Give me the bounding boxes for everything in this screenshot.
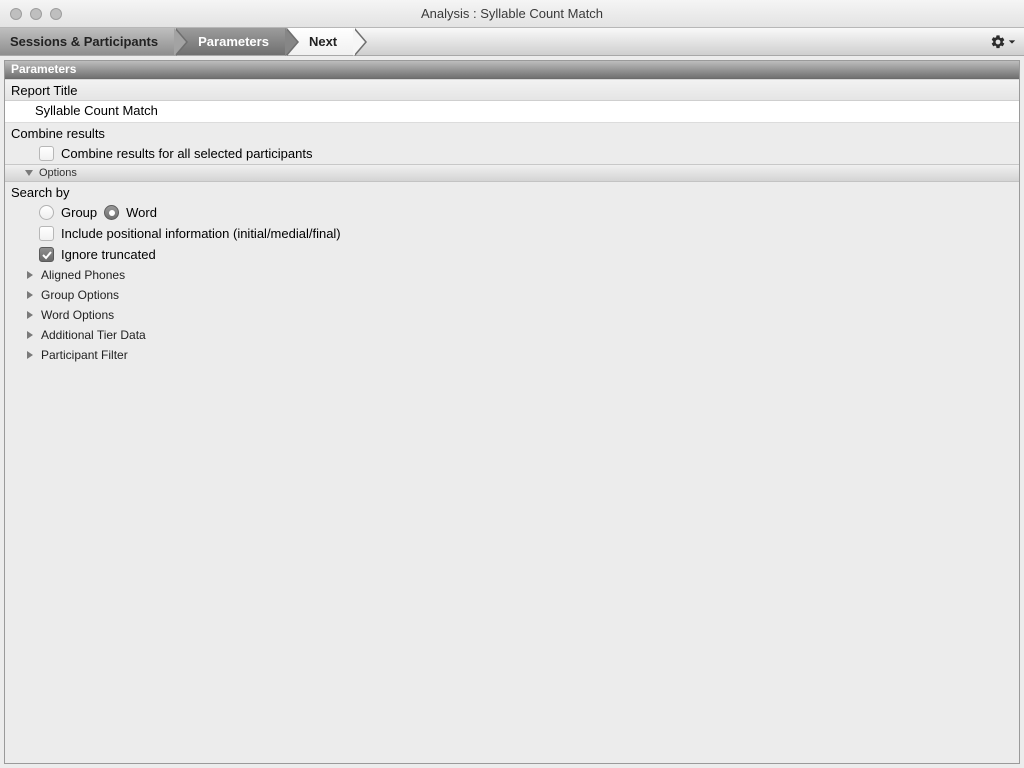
chevron-down-icon (25, 170, 33, 176)
step-parameters-label: Parameters (198, 34, 269, 49)
search-by-group-radio[interactable] (39, 205, 54, 220)
tree-item-label: Additional Tier Data (41, 328, 146, 342)
combine-results-label: Combine results (5, 123, 1019, 143)
include-positional-label: Include positional information (initial/… (61, 226, 341, 241)
window-titlebar: Analysis : Syllable Count Match (0, 0, 1024, 28)
tree-item-word-options[interactable]: Word Options (5, 305, 1019, 325)
options-disclosure-label: Options (39, 167, 77, 179)
zoom-icon[interactable] (50, 8, 62, 20)
tree-item-label: Aligned Phones (41, 268, 125, 282)
tree-item-label: Word Options (41, 308, 114, 322)
parameters-panel: Parameters Report Title Combine results … (4, 60, 1020, 764)
step-parameters[interactable]: Parameters (176, 28, 287, 55)
chevron-right-icon (27, 331, 33, 339)
tree-item-group-options[interactable]: Group Options (5, 285, 1019, 305)
window-controls (0, 8, 62, 20)
panel-title: Parameters (5, 61, 1019, 79)
breadcrumb: Sessions & Participants Parameters Next (0, 28, 1024, 56)
step-next-label: Next (309, 34, 337, 49)
search-by-word-label: Word (126, 205, 157, 220)
search-by-group-label: Group (61, 205, 97, 220)
step-sessions-label: Sessions & Participants (10, 34, 158, 49)
panel-body: Report Title Combine results Combine res… (5, 79, 1019, 763)
ignore-truncated-label: Ignore truncated (61, 247, 156, 262)
close-icon[interactable] (10, 8, 22, 20)
window-title: Analysis : Syllable Count Match (0, 6, 1024, 21)
settings-menu-button[interactable] (990, 34, 1016, 50)
combine-results-checkbox[interactable] (39, 146, 54, 161)
gear-icon (990, 34, 1006, 50)
chevron-right-icon (27, 311, 33, 319)
tree-item-label: Group Options (41, 288, 119, 302)
chevron-right-icon (27, 291, 33, 299)
tree-item-label: Participant Filter (41, 348, 128, 362)
combine-results-checkbox-label: Combine results for all selected partici… (61, 146, 312, 161)
search-by-label: Search by (5, 182, 1019, 202)
ignore-truncated-checkbox[interactable] (39, 247, 54, 262)
report-title-label: Report Title (5, 79, 1019, 101)
tree-item-additional-tier-data[interactable]: Additional Tier Data (5, 325, 1019, 345)
chevron-right-icon (27, 351, 33, 359)
chevron-right-icon (27, 271, 33, 279)
minimize-icon[interactable] (30, 8, 42, 20)
step-sessions[interactable]: Sessions & Participants (0, 28, 176, 55)
report-title-input[interactable] (35, 103, 1013, 118)
tree-item-participant-filter[interactable]: Participant Filter (5, 345, 1019, 365)
tree-item-aligned-phones[interactable]: Aligned Phones (5, 265, 1019, 285)
options-disclosure[interactable]: Options (5, 164, 1019, 182)
chevron-down-icon (1008, 38, 1016, 46)
search-by-word-radio[interactable] (104, 205, 119, 220)
include-positional-checkbox[interactable] (39, 226, 54, 241)
